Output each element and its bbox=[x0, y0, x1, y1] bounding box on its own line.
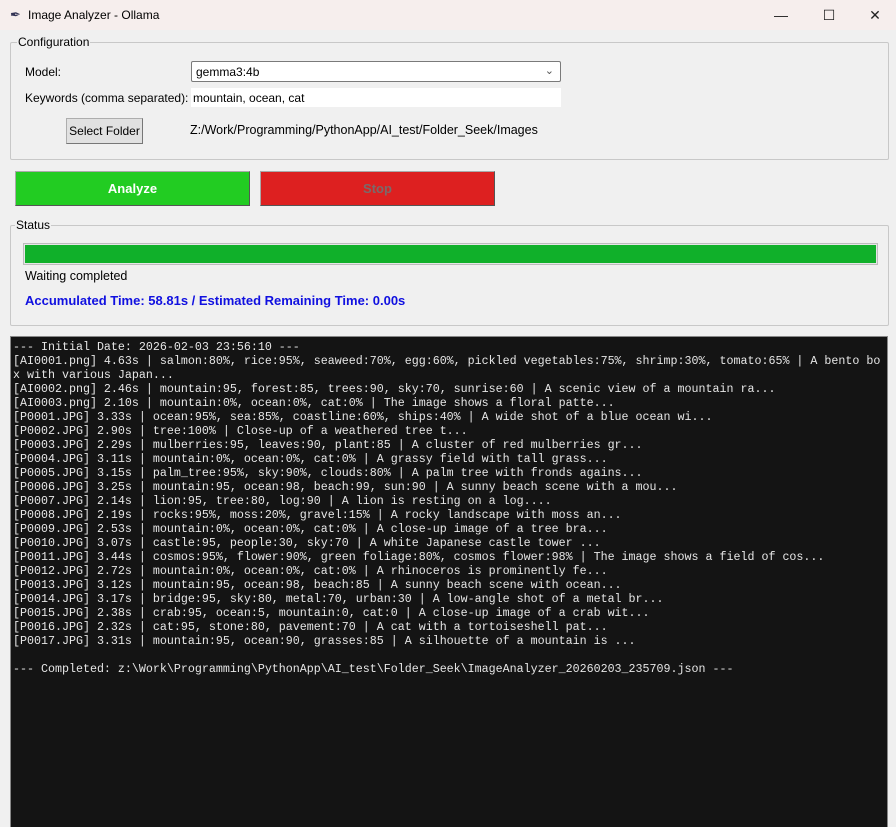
log-line: [P0010.JPG] 3.07s | castle:95, people:30… bbox=[13, 536, 601, 550]
stop-button[interactable]: Stop bbox=[260, 171, 495, 206]
log-line: [P0008.JPG] 2.19s | rocks:95%, moss:20%,… bbox=[13, 508, 622, 522]
chevron-down-icon[interactable]: ⌄ bbox=[545, 64, 554, 77]
status-message: Waiting completed bbox=[25, 269, 128, 283]
log-line: [P0006.JPG] 3.25s | mountain:95, ocean:9… bbox=[13, 480, 678, 494]
log-line: [P0009.JPG] 2.53s | mountain:0%, ocean:0… bbox=[13, 522, 608, 536]
log-line: [P0003.JPG] 2.29s | mulberries:95, leave… bbox=[13, 438, 643, 452]
analyze-button[interactable]: Analyze bbox=[15, 171, 250, 206]
log-line: [AI0003.png] 2.10s | mountain:0%, ocean:… bbox=[13, 396, 615, 410]
folder-path: Z:/Work/Programming/PythonApp/AI_test/Fo… bbox=[190, 123, 538, 137]
log-line: [P0002.JPG] 2.90s | tree:100% | Close-up… bbox=[13, 424, 468, 438]
configuration-legend: Configuration bbox=[18, 35, 90, 49]
log-line: --- Initial Date: 2026-02-03 23:56:10 --… bbox=[13, 340, 300, 354]
log-line: [P0012.JPG] 2.72s | mountain:0%, ocean:0… bbox=[13, 564, 608, 578]
title-bar: ✒ Image Analyzer - Ollama — ☐ ✕ bbox=[0, 0, 896, 30]
feather-icon: ✒ bbox=[10, 7, 21, 22]
time-info: Accumulated Time: 58.81s / Estimated Rem… bbox=[25, 293, 406, 308]
log-line: [P0015.JPG] 2.38s | crab:95, ocean:5, mo… bbox=[13, 606, 650, 620]
progress-fill bbox=[25, 245, 876, 263]
keywords-label: Keywords (comma separated): bbox=[25, 91, 189, 105]
log-line: [P0007.JPG] 2.14s | lion:95, tree:80, lo… bbox=[13, 494, 552, 508]
select-folder-button[interactable]: Select Folder bbox=[66, 118, 143, 144]
window-title: Image Analyzer - Ollama bbox=[28, 8, 160, 22]
progress-bar bbox=[23, 243, 878, 265]
log-line: [P0001.JPG] 3.33s | ocean:95%, sea:85%, … bbox=[13, 410, 713, 424]
log-line: [P0016.JPG] 2.32s | cat:95, stone:80, pa… bbox=[13, 620, 608, 634]
log-line: --- Completed: z:\Work\Programming\Pytho… bbox=[13, 662, 734, 676]
status-legend: Status bbox=[16, 218, 51, 232]
log-line: [P0011.JPG] 3.44s | cosmos:95%, flower:9… bbox=[13, 550, 825, 564]
log-line: [P0005.JPG] 3.15s | palm_tree:95%, sky:9… bbox=[13, 466, 643, 480]
log-output[interactable]: --- Initial Date: 2026-02-03 23:56:10 --… bbox=[10, 336, 888, 827]
log-line: [P0014.JPG] 3.17s | bridge:95, sky:80, m… bbox=[13, 592, 664, 606]
log-line: [P0013.JPG] 3.12s | mountain:95, ocean:9… bbox=[13, 578, 622, 592]
log-line: [P0017.JPG] 3.31s | mountain:95, ocean:9… bbox=[13, 634, 636, 648]
log-line: [AI0001.png] 4.63s | salmon:80%, rice:95… bbox=[13, 354, 881, 382]
maximize-button[interactable]: ☐ bbox=[806, 0, 852, 30]
log-line: [AI0002.png] 2.46s | mountain:95, forest… bbox=[13, 382, 776, 396]
keywords-input[interactable] bbox=[191, 88, 561, 107]
status-frame: Status bbox=[10, 218, 889, 326]
minimize-button[interactable]: — bbox=[758, 0, 804, 30]
model-value: gemma3:4b bbox=[196, 65, 260, 79]
model-label: Model: bbox=[25, 65, 62, 79]
log-line: [P0004.JPG] 3.11s | mountain:0%, ocean:0… bbox=[13, 452, 608, 466]
close-button[interactable]: ✕ bbox=[852, 0, 896, 30]
model-select[interactable]: gemma3:4b ⌄ bbox=[191, 61, 561, 82]
